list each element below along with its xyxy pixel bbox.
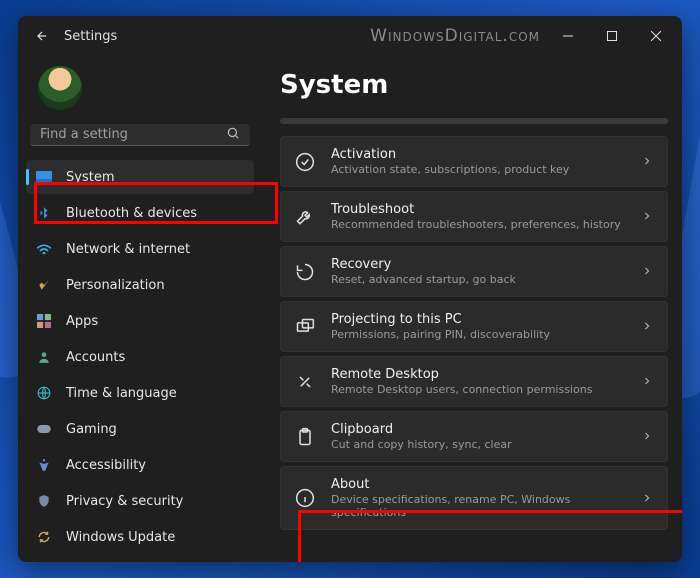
sidebar-item-time-language[interactable]: Time & language: [26, 376, 254, 410]
shield-icon: [36, 493, 52, 509]
gamepad-icon: [36, 421, 52, 437]
sidebar-item-label: System: [66, 170, 114, 185]
avatar: [38, 66, 82, 110]
sidebar-item-label: Time & language: [66, 386, 177, 401]
setting-subtitle: Recommended troubleshooters, preferences…: [331, 218, 625, 231]
window-controls: [546, 20, 678, 52]
check-circle-icon: [295, 152, 315, 172]
arrow-left-icon: [35, 29, 49, 43]
update-icon: [36, 529, 52, 545]
remote-icon: [295, 372, 315, 392]
setting-subtitle: Cut and copy history, sync, clear: [331, 438, 625, 451]
setting-item-projecting[interactable]: Projecting to this PC Permissions, pairi…: [280, 301, 668, 352]
setting-title: About: [331, 477, 625, 492]
sidebar-item-accessibility[interactable]: Accessibility: [26, 448, 254, 482]
setting-subtitle: Remote Desktop users, connection permiss…: [331, 383, 625, 396]
search-input[interactable]: [40, 127, 226, 142]
sidebar-item-apps[interactable]: Apps: [26, 304, 254, 338]
search-box[interactable]: [30, 124, 250, 146]
setting-title: Clipboard: [331, 422, 625, 437]
chevron-right-icon: [641, 372, 653, 391]
wifi-icon: [36, 241, 52, 257]
setting-subtitle: Reset, advanced startup, go back: [331, 273, 625, 286]
person-icon: [36, 349, 52, 365]
setting-item-recovery[interactable]: Recovery Reset, advanced startup, go bac…: [280, 246, 668, 297]
sidebar-item-label: Bluetooth & devices: [66, 206, 197, 221]
bluetooth-icon: [36, 205, 52, 221]
wrench-icon: [295, 207, 315, 227]
setting-item-clipboard[interactable]: Clipboard Cut and copy history, sync, cl…: [280, 411, 668, 462]
maximize-button[interactable]: [590, 20, 634, 52]
chevron-right-icon: [641, 207, 653, 226]
sidebar-item-gaming[interactable]: Gaming: [26, 412, 254, 446]
sidebar-item-system[interactable]: System: [26, 160, 254, 194]
accessibility-icon: [36, 457, 52, 473]
info-icon: [295, 488, 315, 508]
sidebar-item-network[interactable]: Network & internet: [26, 232, 254, 266]
setting-title: Remote Desktop: [331, 367, 625, 382]
setting-item-activation[interactable]: Activation Activation state, subscriptio…: [280, 136, 668, 187]
setting-item-remote-desktop[interactable]: Remote Desktop Remote Desktop users, con…: [280, 356, 668, 407]
sidebar: System Bluetooth & devices Network & int…: [18, 56, 262, 562]
minimize-button[interactable]: [546, 20, 590, 52]
page-title: System: [280, 70, 668, 100]
search-icon: [226, 125, 240, 144]
settings-list: Activation Activation state, subscriptio…: [280, 136, 668, 530]
setting-item-troubleshoot[interactable]: Troubleshoot Recommended troubleshooters…: [280, 191, 668, 242]
project-icon: [295, 317, 315, 337]
main-panel: System Activation Activation state, subs…: [262, 56, 682, 562]
recovery-icon: [295, 262, 315, 282]
sidebar-item-privacy[interactable]: Privacy & security: [26, 484, 254, 518]
setting-subtitle: Activation state, subscriptions, product…: [331, 163, 625, 176]
sidebar-item-bluetooth[interactable]: Bluetooth & devices: [26, 196, 254, 230]
sidebar-item-label: Network & internet: [66, 242, 190, 257]
brush-icon: [36, 277, 52, 293]
apps-icon: [36, 313, 52, 329]
watermark: WindowsDigital.com: [370, 26, 540, 46]
sidebar-item-label: Privacy & security: [66, 494, 183, 509]
titlebar: Settings WindowsDigital.com: [18, 16, 682, 56]
profile-section[interactable]: [26, 56, 254, 124]
chevron-right-icon: [641, 427, 653, 446]
clipboard-icon: [295, 427, 315, 447]
sidebar-item-label: Accessibility: [66, 458, 146, 473]
setting-title: Projecting to this PC: [331, 312, 625, 327]
sidebar-item-label: Gaming: [66, 422, 117, 437]
setting-title: Activation: [331, 147, 625, 162]
sidebar-item-label: Apps: [66, 314, 98, 329]
sidebar-item-label: Accounts: [66, 350, 125, 365]
sidebar-item-update[interactable]: Windows Update: [26, 520, 254, 554]
sidebar-item-label: Personalization: [66, 278, 165, 293]
nav-list: System Bluetooth & devices Network & int…: [26, 160, 254, 554]
setting-title: Troubleshoot: [331, 202, 625, 217]
app-title: Settings: [64, 29, 117, 44]
chevron-right-icon: [641, 489, 653, 508]
globe-icon: [36, 385, 52, 401]
sidebar-item-label: Windows Update: [66, 530, 175, 545]
chevron-right-icon: [641, 317, 653, 336]
settings-window: Settings WindowsDigital.com System: [18, 16, 682, 562]
chevron-right-icon: [641, 152, 653, 171]
back-button[interactable]: [22, 16, 62, 56]
setting-item-about[interactable]: About Device specifications, rename PC, …: [280, 466, 668, 530]
setting-subtitle: Device specifications, rename PC, Window…: [331, 493, 625, 519]
system-icon: [36, 169, 52, 185]
sidebar-item-personalization[interactable]: Personalization: [26, 268, 254, 302]
setting-title: Recovery: [331, 257, 625, 272]
setting-subtitle: Permissions, pairing PIN, discoverabilit…: [331, 328, 625, 341]
scrollbar-track[interactable]: [280, 118, 668, 124]
close-button[interactable]: [634, 20, 678, 52]
sidebar-item-accounts[interactable]: Accounts: [26, 340, 254, 374]
chevron-right-icon: [641, 262, 653, 281]
